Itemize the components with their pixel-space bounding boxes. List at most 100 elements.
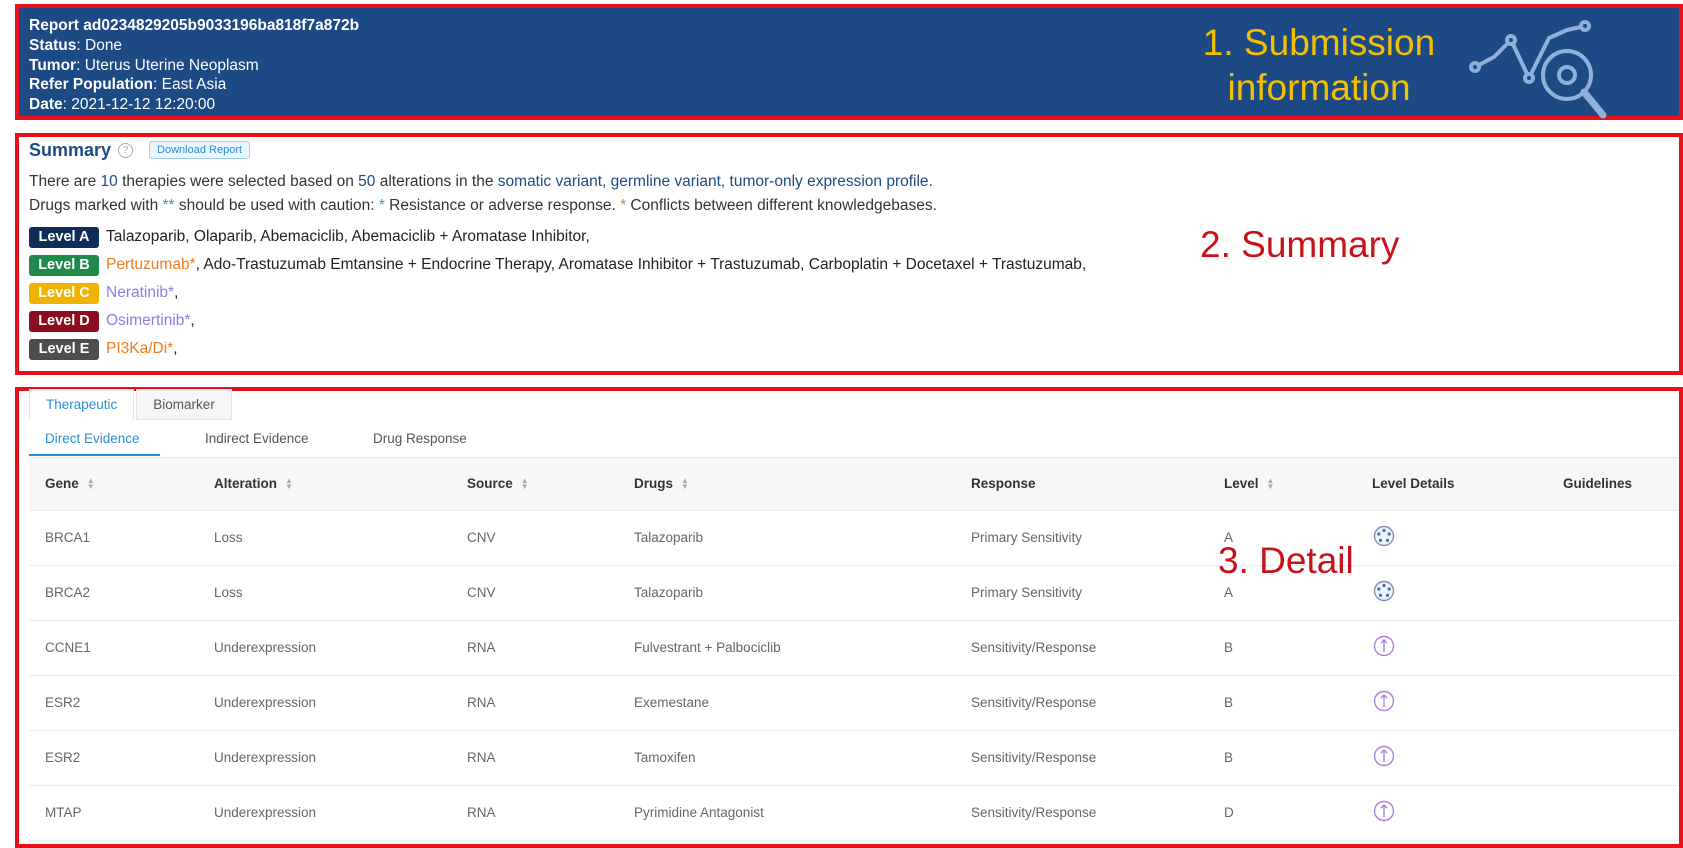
column-label: Gene	[45, 476, 79, 491]
cell-source: RNA	[467, 750, 496, 765]
subtab-indirect-evidence[interactable]: Indirect Evidence	[205, 431, 309, 446]
summary-text: There are	[29, 173, 101, 190]
summary-text: Resistance or adverse response.	[384, 197, 621, 214]
summary-text: Drugs marked with	[29, 197, 163, 214]
level-a-drugs: Talazoparib, Olaparib, Abemaciclib, Abem…	[106, 228, 590, 245]
summary-text: should be used with caution:	[174, 197, 379, 214]
column-label: Drugs	[634, 476, 674, 491]
tab-biomarker[interactable]: Biomarker	[136, 389, 232, 420]
column-header-guidelines: Guidelines	[1563, 476, 1632, 491]
chart-magnifier-icon	[1469, 20, 1607, 119]
status-value: Done	[85, 36, 123, 54]
germline-variant-link[interactable]: germline variant	[611, 173, 721, 190]
column-label: Source	[467, 476, 513, 491]
column-header-source[interactable]: Source ▲ ▼	[467, 476, 529, 491]
column-header-level-details: Level Details	[1372, 476, 1455, 491]
column-header-drugs[interactable]: Drugs ▲ ▼	[634, 476, 689, 491]
sort-icon[interactable]: ▲ ▼	[285, 476, 293, 490]
level-row-d: Level D Osimertinib*,	[29, 310, 195, 332]
table-row: MTAP Underexpression RNA Pyrimidine Antagon…	[29, 786, 1679, 841]
column-label: Alteration	[214, 476, 278, 491]
level-badge-e: Level E	[29, 338, 99, 360]
submission-info-panel: Report ad0234829205b9033196ba818f7a872b …	[15, 4, 1683, 120]
column-label: Level	[1224, 476, 1259, 491]
summary-text: .	[928, 173, 933, 190]
sort-icon[interactable]: ▲ ▼	[681, 476, 689, 490]
arrow-circle-icon[interactable]	[1373, 745, 1395, 767]
cell-level: B	[1224, 695, 1234, 710]
level-b-highlight-drug: Pertuzumab*	[106, 256, 196, 273]
section-title-summary: 2. Summary	[1200, 224, 1400, 265]
cell-drugs: Pyrimidine Antagonist	[634, 805, 764, 820]
column-header-response: Response	[971, 476, 1036, 491]
submission-details: Report ad0234829205b9033196ba818f7a872b …	[29, 17, 360, 114]
table-header: Gene ▲ ▼ Alteration ▲ ▼ Source ▲ ▼ Drugs ▲ ▼ Res…	[29, 458, 1679, 511]
summary-text: alterations in the	[375, 173, 498, 190]
cell-drugs: Fulvestrant + Palbociclib	[634, 640, 781, 655]
therapy-count: 10	[100, 173, 118, 190]
subtab-direct-evidence[interactable]: Direct Evidence	[45, 431, 140, 446]
population-label: Refer Population	[29, 76, 154, 94]
cluster-icon[interactable]	[1373, 525, 1395, 547]
cell-level: D	[1224, 805, 1234, 820]
level-badge-a: Level A	[29, 226, 99, 248]
cell-response: Sensitivity/Response	[971, 805, 1097, 820]
level-badge-d: Level D	[29, 310, 99, 332]
cell-alteration: Underexpression	[214, 750, 317, 765]
level-d-drugs: ,	[190, 312, 195, 329]
cell-drugs: Talazoparib	[634, 585, 704, 600]
tumor-label: Tumor	[29, 56, 77, 74]
arrow-circle-icon[interactable]	[1373, 635, 1395, 657]
subtab-drug-response[interactable]: Drug Response	[373, 431, 467, 446]
cell-alteration: Underexpression	[214, 805, 317, 820]
tab-therapeutic[interactable]: Therapeutic	[29, 389, 135, 420]
cell-level: B	[1224, 750, 1234, 765]
level-row-b: Level B Pertuzumab*, Ado-Trastuzumab Emt…	[29, 254, 1086, 276]
column-header-gene[interactable]: Gene ▲ ▼	[45, 476, 95, 491]
status-label: Status	[29, 36, 77, 54]
tumor-value: Uterus Uterine Neoplasm	[84, 56, 259, 74]
cell-alteration: Underexpression	[214, 695, 317, 710]
cell-gene: CCNE1	[45, 640, 91, 655]
column-header-alteration[interactable]: Alteration ▲ ▼	[214, 476, 293, 491]
arrow-circle-icon[interactable]	[1373, 800, 1395, 822]
cell-source: RNA	[467, 805, 496, 820]
summary-text: Conflicts between different knowledgebas…	[626, 197, 937, 214]
sort-icon[interactable]: ▲ ▼	[521, 476, 529, 490]
cell-response: Primary Sensitivity	[971, 585, 1083, 600]
table-row: ESR2 Underexpression RNA Exemestane Sensitiv…	[29, 676, 1679, 731]
active-subtab-indicator	[29, 454, 160, 456]
expression-profile-link[interactable]: tumor-only expression profile	[730, 173, 929, 190]
detail-tabs: Therapeutic Biomarker	[29, 389, 234, 420]
cluster-icon[interactable]	[1373, 580, 1395, 602]
summary-title: Summary	[29, 139, 112, 160]
evidence-subtabs: Direct Evidence Indirect Evidence Drug R…	[29, 421, 1679, 458]
summary-separator: ,	[720, 173, 730, 190]
date-value: 2021-12-12 12:20:00	[71, 96, 216, 114]
column-header-level[interactable]: Level ▲ ▼	[1224, 476, 1274, 491]
sort-icon[interactable]: ▲ ▼	[1267, 476, 1275, 490]
arrow-circle-icon[interactable]	[1373, 690, 1395, 712]
level-c-highlight-drug: Neratinib*	[106, 284, 175, 301]
caution-marker: **	[162, 197, 175, 214]
help-icon[interactable]: ?	[118, 142, 134, 158]
summary-text: therapies were selected based on	[117, 173, 359, 190]
cell-level: A	[1224, 585, 1234, 600]
level-b-drugs: , Ado-Trastuzumab Emtansine + Endocrine …	[195, 256, 1087, 273]
cell-response: Sensitivity/Response	[971, 695, 1097, 710]
table-row: BRCA1 Loss CNV Talazoparib Primary Sensitivi…	[29, 511, 1679, 566]
cell-source: CNV	[467, 530, 496, 545]
level-badge-b: Level B	[29, 254, 99, 276]
level-row-a: Level A Talazoparib, Olaparib, Abemacicl…	[29, 226, 590, 248]
cell-gene: ESR2	[45, 750, 81, 765]
date-label: Date	[29, 96, 63, 114]
cell-alteration: Loss	[214, 530, 243, 545]
section-title-submission: 1. Submission information	[1202, 22, 1436, 108]
cell-drugs: Talazoparib	[634, 530, 704, 545]
somatic-variant-link[interactable]: somatic variant	[498, 173, 602, 190]
report-id: Report ad0234829205b9033196ba818f7a872b	[29, 17, 360, 34]
sort-icon[interactable]: ▲ ▼	[87, 476, 95, 490]
download-report-button[interactable]: Download Report	[149, 141, 251, 159]
level-e-drugs: ,	[173, 340, 178, 357]
cell-source: RNA	[467, 695, 496, 710]
